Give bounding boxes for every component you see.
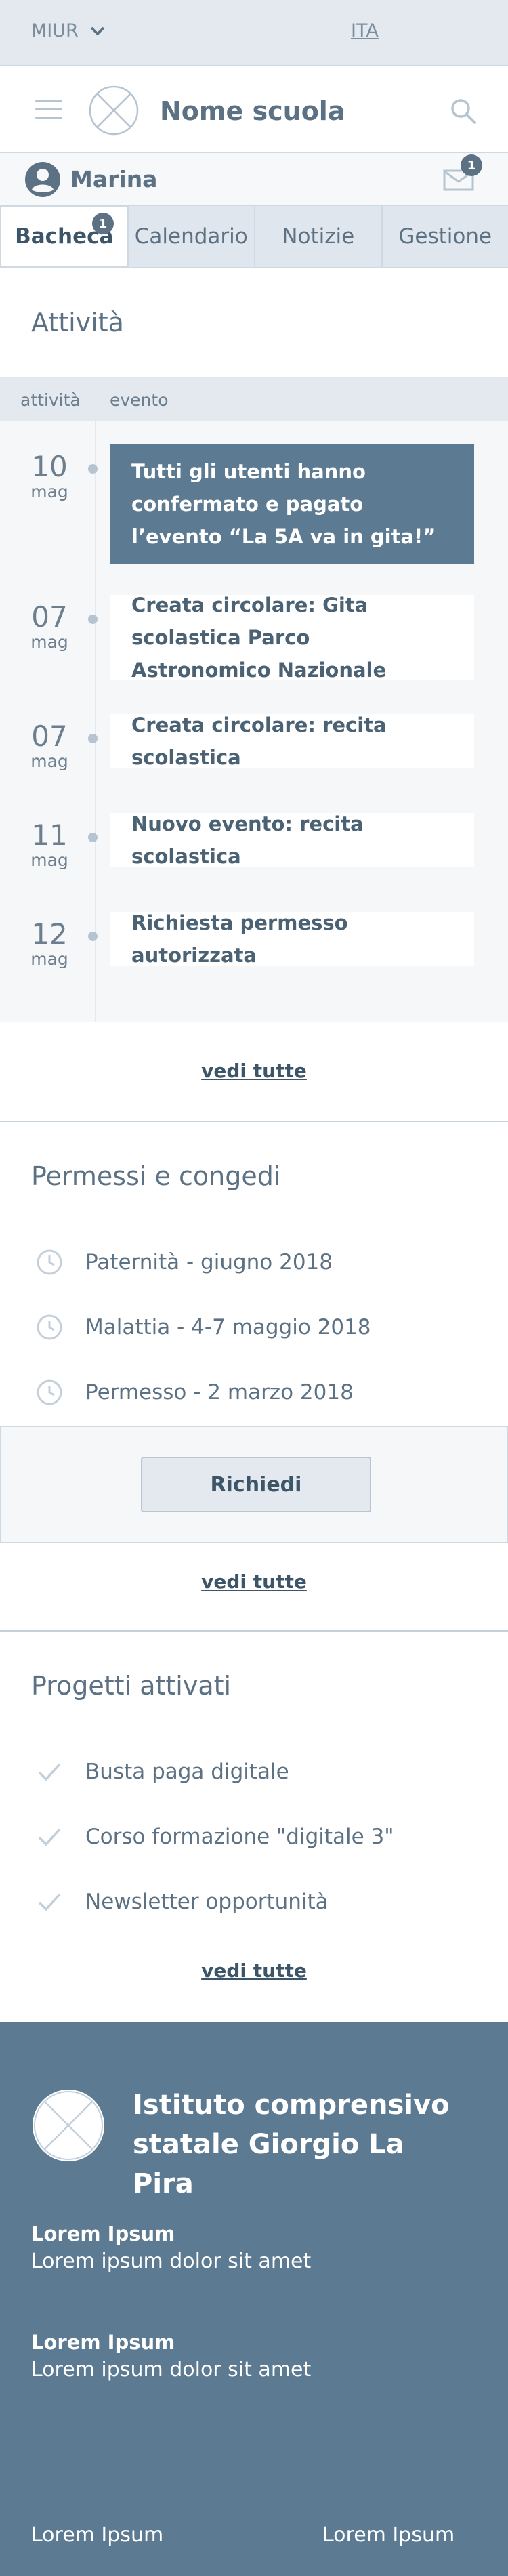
miur-label: MIUR (31, 20, 79, 41)
user-avatar-icon[interactable] (24, 161, 61, 198)
footer-block-text: Lorem ipsum dolor sit amet (31, 2358, 312, 2382)
activities-timeline: 10 mag Tutti gli utenti hanno confermato… (0, 421, 508, 1022)
user-bar: Marina (0, 153, 508, 206)
projects-title: Progetti attivati (31, 1671, 232, 1701)
event-month: mag (30, 632, 68, 652)
leave-item[interactable]: Paternità - giugno 2018 (35, 1248, 333, 1276)
leave-item-label: Malattia - 4-7 maggio 2018 (85, 1315, 371, 1339)
timeline-dot (88, 615, 98, 624)
event-month: mag (30, 751, 68, 771)
leaves-title: Permessi e congedi (31, 1161, 281, 1191)
project-item-label: Corso formazione "digitale 3" (85, 1825, 394, 1849)
event-day: 11 (31, 818, 68, 852)
footer-block-heading: Lorem Ipsum (31, 2331, 175, 2354)
event-date: 12 mag (20, 919, 79, 969)
event-month: mag (30, 949, 68, 969)
project-item[interactable]: Newsletter opportunità (35, 1888, 329, 1916)
checkmark-icon (38, 1893, 61, 1911)
project-item-label: Newsletter opportunità (85, 1890, 329, 1914)
event-month: mag (30, 850, 68, 870)
tab-badge: 1 (92, 213, 114, 234)
site-header: Nome scuola (0, 65, 508, 153)
school-name[interactable]: Nome scuola (160, 96, 345, 126)
activities-see-all-link[interactable]: vedi tutte (0, 1060, 508, 1082)
project-item[interactable]: Busta paga digitale (35, 1758, 289, 1786)
section-divider (0, 1630, 508, 1632)
leaves-see-all-link[interactable]: vedi tutte (0, 1571, 508, 1593)
project-item[interactable]: Corso formazione "digitale 3" (35, 1823, 394, 1851)
language-link[interactable]: ITA (351, 20, 379, 41)
main-tabs: Bacheca 1 Calendario Notizie Gestione (0, 206, 508, 268)
timeline-dot (88, 734, 98, 743)
footer-block-text: Lorem ipsum dolor sit amet (31, 2249, 312, 2273)
checkmark-icon (38, 1828, 61, 1846)
event-card[interactable]: Creata circolare: Gita scolastica Parco … (110, 594, 474, 682)
projects-see-all-link[interactable]: vedi tutte (0, 1959, 508, 1982)
checkmark-icon (38, 1763, 61, 1781)
leave-item-label: Paternità - giugno 2018 (85, 1250, 333, 1274)
request-panel: Richiedi (0, 1426, 508, 1543)
institute-name: Istituto comprensivo statale Giorgio La … (133, 2090, 450, 2199)
event-day: 10 (31, 450, 68, 483)
activities-table-header: attività evento (0, 377, 508, 421)
timeline-dot (88, 464, 98, 474)
tab-notizie[interactable]: Notizie (255, 206, 383, 267)
request-button[interactable]: Richiedi (141, 1457, 371, 1512)
event-card[interactable]: Richiesta permesso autorizzata (110, 911, 474, 967)
tab-bacheca[interactable]: Bacheca 1 (0, 206, 129, 267)
clock-icon (37, 1379, 62, 1405)
timeline-dot (88, 932, 98, 941)
activities-title: Attività (31, 308, 124, 337)
footer-block-heading: Lorem Ipsum (31, 2222, 175, 2245)
top-bar: MIUR ITA (0, 0, 508, 65)
mail-count-badge: 1 (461, 154, 482, 176)
tab-gestione[interactable]: Gestione (383, 206, 508, 267)
site-footer: Istituto comprensivo statale Giorgio La … (0, 2022, 508, 2576)
footer-info-block: Lorem Ipsum Lorem ipsum dolor sit amet (31, 2331, 311, 2382)
footer-info-block: Lorem Ipsum Lorem ipsum dolor sit amet (31, 2222, 311, 2273)
miur-dropdown[interactable]: MIUR (31, 20, 106, 41)
school-logo (89, 85, 139, 136)
institute-logo (33, 2090, 104, 2161)
tab-label: Gestione (398, 224, 492, 249)
column-header: evento (110, 390, 169, 410)
footer-link[interactable]: Lorem Ipsum (31, 2523, 163, 2547)
event-day: 07 (31, 600, 68, 633)
event-card[interactable]: Nuovo evento: recita scolastica (110, 812, 474, 868)
footer-link[interactable]: Lorem Ipsum (322, 2523, 454, 2547)
column-header: attività (20, 390, 81, 410)
leave-item[interactable]: Permesso - 2 marzo 2018 (35, 1378, 354, 1407)
event-card[interactable]: Creata circolare: recita scolastica (110, 713, 474, 769)
project-item-label: Busta paga digitale (85, 1760, 289, 1784)
event-date: 10 mag (20, 451, 79, 501)
user-name[interactable]: Marina (70, 166, 157, 192)
event-card[interactable]: Tutti gli utenti hanno confermato e paga… (110, 444, 474, 564)
tab-label: Calendario (134, 224, 248, 249)
tab-calendario[interactable]: Calendario (129, 206, 255, 267)
tab-label: Notizie (282, 224, 355, 249)
event-date: 07 mag (20, 602, 79, 652)
clock-icon (37, 1314, 62, 1340)
event-day: 07 (31, 720, 68, 753)
section-divider (0, 1121, 508, 1122)
chevron-down-icon (90, 26, 105, 35)
leave-item[interactable]: Malattia - 4-7 maggio 2018 (35, 1313, 371, 1342)
leave-item-label: Permesso - 2 marzo 2018 (85, 1380, 354, 1405)
event-date: 11 mag (20, 820, 79, 870)
clock-icon (37, 1249, 62, 1275)
hamburger-menu-icon[interactable] (35, 100, 62, 119)
timeline-dot (88, 833, 98, 842)
event-day: 12 (31, 917, 68, 951)
event-month: mag (30, 482, 68, 501)
search-icon[interactable] (448, 96, 478, 126)
event-date: 07 mag (20, 721, 79, 771)
